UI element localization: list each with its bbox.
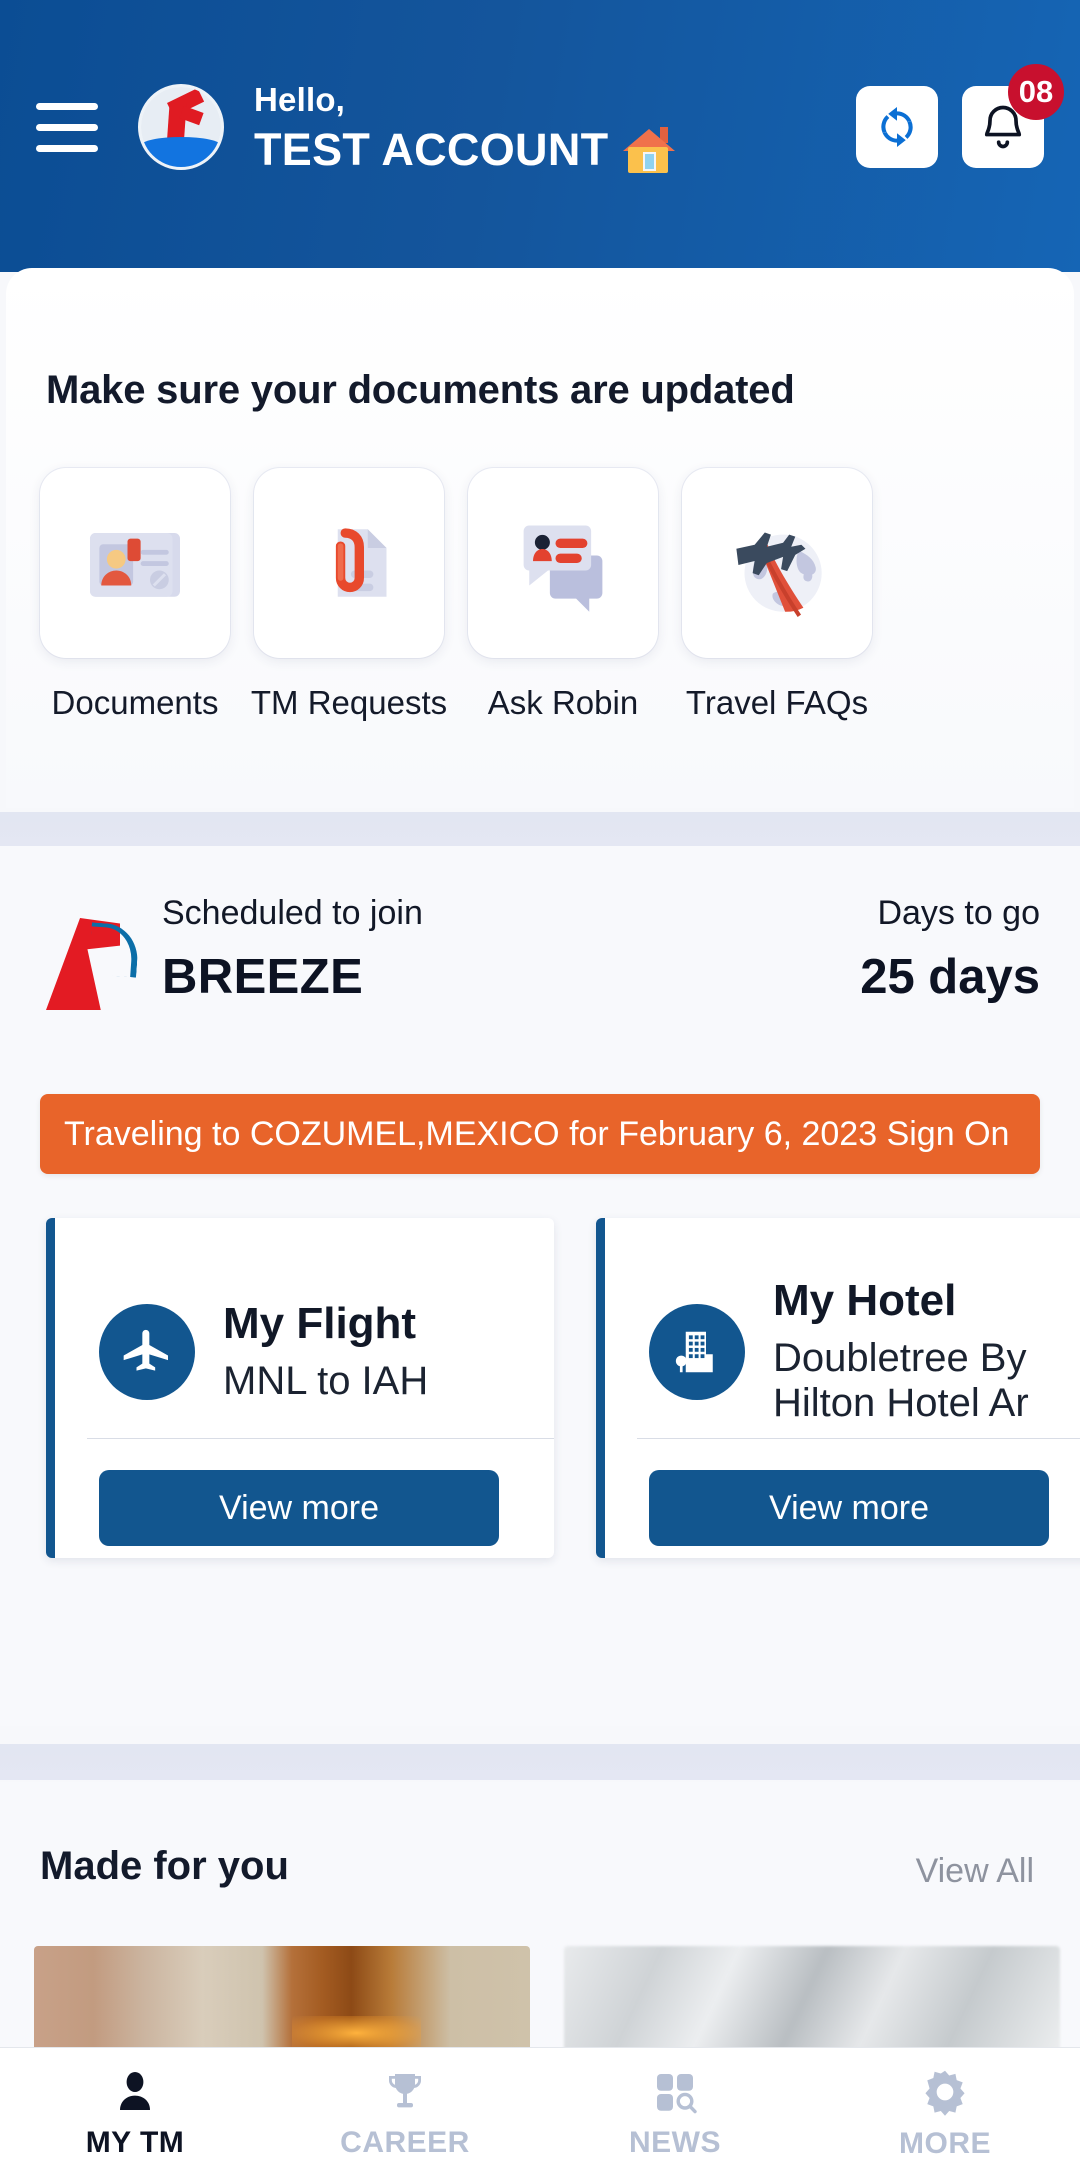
airplane-icon (123, 1329, 168, 1371)
hotel-card[interactable]: My Hotel Doubletree By Hilton Hotel Ar V… (596, 1218, 1080, 1558)
tile-documents[interactable]: Documents (40, 468, 230, 722)
days-value: 25 days (860, 950, 1040, 1004)
nav-item-career[interactable]: CAREER (270, 2048, 540, 2173)
travel-banner[interactable]: Traveling to COZUMEL,MEXICO for February… (40, 1094, 1040, 1174)
nav-item-news[interactable]: NEWS (540, 2048, 810, 2173)
flight-card-subtitle: MNL to IAH (223, 1358, 429, 1403)
airplane-icon-circle (99, 1304, 195, 1400)
flight-card-text: My Flight MNL to IAH (223, 1298, 429, 1404)
view-all-link[interactable]: View All (916, 1852, 1034, 1891)
documents-tiles: Documents TM Requests Ask Robin Travel F… (40, 468, 872, 722)
trophy-icon (389, 2073, 421, 2107)
hamburger-menu-icon[interactable] (36, 99, 98, 155)
documents-title: Make sure your documents are updated (46, 368, 795, 412)
hotel-card-text: My Hotel Doubletree By Hilton Hotel Ar (773, 1276, 1080, 1426)
flight-card-divider (87, 1438, 554, 1439)
photo-glow (291, 2016, 421, 2050)
paperclip-document-icon (335, 528, 387, 597)
section-divider (0, 1744, 1080, 1780)
tile-documents-label: Documents (51, 684, 219, 721)
whale-tail-swoosh (88, 922, 140, 978)
voyage-header-row: Scheduled to join BREEZE Days to go 25 d… (40, 894, 1040, 1010)
days-to-go: Days to go 25 days (860, 894, 1040, 1005)
flight-card[interactable]: My Flight MNL to IAH View more (46, 1218, 554, 1558)
hamburger-bar (36, 123, 98, 131)
app-screen: Hello, TEST ACCOUNT 08 Make sure your do… (0, 0, 1080, 2173)
hamburger-bar (36, 144, 98, 152)
gear-icon (925, 2070, 965, 2116)
hamburger-bar (36, 102, 98, 110)
days-label: Days to go (877, 894, 1040, 932)
refresh-sync-button[interactable] (856, 86, 938, 168)
ship-name: BREEZE (162, 950, 364, 1004)
tile-travel-faqs-card[interactable] (682, 468, 872, 658)
app-header: Hello, TEST ACCOUNT 08 (0, 0, 1080, 272)
hotel-building-icon (675, 1331, 713, 1373)
nav-label-career: CAREER (340, 2125, 470, 2159)
documents-section: Make sure your documents are updated Doc… (6, 268, 1074, 808)
flight-card-top: My Flight MNL to IAH (55, 1218, 554, 1438)
hotel-card-title: My Hotel (773, 1276, 957, 1326)
tile-ask-robin[interactable]: Ask Robin (468, 468, 658, 722)
hotel-icon-circle (649, 1304, 745, 1400)
hotel-card-subtitle: Doubletree By Hilton Hotel Ar (773, 1336, 1029, 1426)
header-actions: 08 (856, 64, 1064, 168)
avatar-sea (141, 136, 221, 167)
carnival-whale-tail-icon (40, 902, 140, 1010)
tile-ask-robin-label: Ask Robin (487, 684, 639, 721)
tile-travel-faqs[interactable]: Travel FAQs (682, 468, 872, 722)
hotel-card-top: My Hotel Doubletree By Hilton Hotel Ar (605, 1218, 1080, 1438)
account-line: TEST ACCOUNT (254, 123, 676, 176)
nav-label-more: MORE (899, 2126, 991, 2160)
section-divider (0, 812, 1080, 848)
nav-label-news: NEWS (629, 2125, 721, 2159)
tile-travel-faqs-label: Travel FAQs (685, 684, 869, 721)
flight-card-title: My Flight (223, 1298, 417, 1348)
nav-item-more[interactable]: MORE (810, 2048, 1080, 2173)
bottom-navigation: MY TM CAREER NEWS MORE (0, 2047, 1080, 2173)
trip-cards: My Flight MNL to IAH View more My Hotel … (46, 1218, 1080, 1558)
tile-ask-robin-card[interactable] (468, 468, 658, 658)
ship-info: Scheduled to join BREEZE (162, 894, 423, 1005)
chat-bubbles-icon (523, 525, 603, 612)
tile-documents-card[interactable] (40, 468, 230, 658)
made-for-you-section: Made for you View All (0, 1782, 1080, 2082)
hotel-card-divider (637, 1438, 1080, 1439)
refresh-sync-icon (881, 107, 913, 147)
voyage-section: Scheduled to join BREEZE Days to go 25 d… (0, 846, 1080, 1726)
notification-button[interactable]: 08 (962, 64, 1064, 168)
greeting-block: Hello, TEST ACCOUNT (254, 80, 676, 176)
id-card-icon (90, 533, 180, 597)
flight-view-more-button[interactable]: View more (99, 1470, 499, 1546)
house-icon (622, 126, 676, 173)
nav-item-my-tm[interactable]: MY TM (0, 2048, 270, 2173)
tile-tm-requests-label: TM Requests (250, 684, 448, 721)
house-window (643, 151, 657, 171)
account-name: TEST ACCOUNT (254, 123, 609, 175)
tile-tm-requests[interactable]: TM Requests (250, 468, 448, 722)
avatar[interactable] (138, 84, 224, 170)
greeting-text: Hello, (254, 80, 346, 118)
notification-badge: 08 (1008, 64, 1064, 120)
hotel-view-more-button[interactable]: View more (649, 1470, 1049, 1546)
scheduled-label: Scheduled to join (162, 894, 423, 932)
tile-tm-requests-card[interactable] (254, 468, 444, 658)
globe-airplane-icon (736, 532, 822, 617)
nav-label-my-tm: MY TM (85, 2125, 185, 2159)
person-icon (120, 2071, 150, 2110)
made-for-you-title: Made for you (40, 1844, 289, 1888)
news-grid-search-icon (657, 2073, 697, 2113)
